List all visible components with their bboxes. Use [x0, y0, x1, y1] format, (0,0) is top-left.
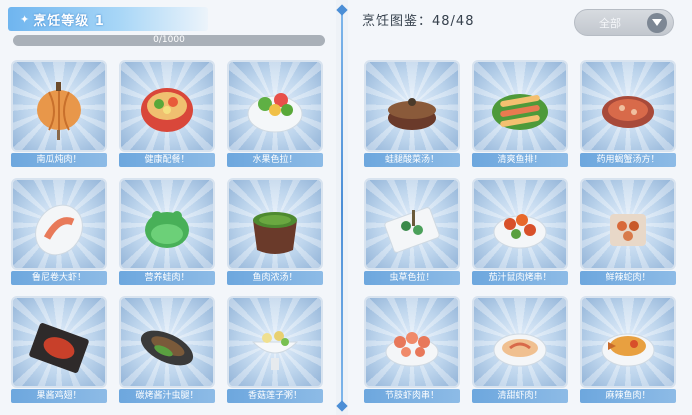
- dish-card[interactable]: 清甜虾肉！: [472, 296, 568, 406]
- left-dish-grid: 南瓜炖肉！ 健康配餐！ 水果色拉！ 鲁尼卷大虾！ 营养蛙肉！ 鱼肉浓汤！ 果酱鸡翅！ 碳烤酱汁…: [11, 60, 323, 410]
- shrimp-roll-icon: [35, 204, 83, 256]
- dish-card[interactable]: 鲁尼卷大虾！: [11, 178, 107, 288]
- dish-name: 清爽鱼排！: [472, 153, 568, 167]
- collection-count-title: 烹饪图鉴：48/48: [362, 14, 475, 29]
- chevron-down-icon: [647, 13, 667, 33]
- fruit-salad-icon: [247, 93, 303, 133]
- dish-image-frame: [11, 60, 107, 152]
- healthy-meal-icon: [141, 88, 193, 132]
- jam-wings-icon: [29, 323, 89, 373]
- dish-name: 清甜虾肉！: [472, 389, 568, 403]
- dish-card[interactable]: 水果色拉！: [227, 60, 323, 170]
- dish-image-frame: [119, 60, 215, 152]
- fish-fillet-icon: [492, 94, 548, 130]
- cooking-level-banner: ✦ 烹饪等级 1: [8, 7, 208, 31]
- dish-card[interactable]: 药用蝎蟹汤方！: [580, 60, 676, 170]
- medicinal-soup-icon: [602, 96, 654, 128]
- cooking-level-label: 烹饪等级 1: [33, 13, 105, 29]
- pumpkin-stew-icon: [37, 82, 81, 140]
- dish-name: 南瓜炖肉！: [11, 153, 107, 167]
- dish-card[interactable]: 虫草色拉！: [364, 178, 460, 288]
- dish-name: 香菇莲子粥！: [227, 389, 323, 403]
- dish-image-frame: [227, 60, 323, 152]
- dish-image-frame: [364, 60, 460, 152]
- frog-leg-soup-icon: [388, 98, 436, 130]
- dish-card[interactable]: 鱼肉浓汤！: [227, 178, 323, 288]
- filter-dropdown-label: 全部: [599, 16, 621, 30]
- mushroom-porridge-icon: [251, 331, 299, 370]
- dish-name: 虫草色拉！: [364, 271, 460, 285]
- dish-card[interactable]: 蛙腿酸菜汤！: [364, 60, 460, 170]
- dish-card[interactable]: 营养蛙肉！: [119, 178, 215, 288]
- dish-card[interactable]: 健康配餐！: [119, 60, 215, 170]
- dish-image-frame: [472, 178, 568, 270]
- dish-card[interactable]: 清爽鱼排！: [472, 60, 568, 170]
- dish-card[interactable]: 麻辣鱼肉！: [580, 296, 676, 406]
- dish-image-frame: [580, 178, 676, 270]
- dish-name: 鲜辣蛇肉！: [580, 271, 676, 285]
- spicy-snake-icon: [610, 214, 646, 246]
- spicy-fish-icon: [601, 333, 655, 367]
- dish-image-frame: [119, 178, 215, 270]
- dish-name: 蛙腿酸菜汤！: [364, 153, 460, 167]
- tomato-skewer-icon: [493, 214, 547, 249]
- dish-name: 果酱鸡翅！: [11, 389, 107, 403]
- experience-text: 0/1000: [153, 35, 185, 45]
- grilled-bug-leg-icon: [140, 330, 194, 366]
- filter-dropdown[interactable]: 全部: [574, 9, 674, 36]
- divider-top-ornament: [336, 4, 348, 16]
- dish-image-frame: [11, 296, 107, 388]
- shrimp-skewer-icon: [385, 332, 439, 367]
- frog-meat-icon: [145, 211, 189, 248]
- dish-name: 药用蝎蟹汤方！: [580, 153, 676, 167]
- cordyceps-salad-icon: [384, 207, 440, 253]
- dish-image-frame: [364, 178, 460, 270]
- dish-card[interactable]: 鲜辣蛇肉！: [580, 178, 676, 288]
- dish-card[interactable]: 碳烤酱汁虫腿！: [119, 296, 215, 406]
- dish-name: 麻辣鱼肉！: [580, 389, 676, 403]
- dish-name: 碳烤酱汁虫腿！: [119, 389, 215, 403]
- dish-name: 营养蛙肉！: [119, 271, 215, 285]
- dish-name: 健康配餐！: [119, 153, 215, 167]
- dish-image-frame: [227, 178, 323, 270]
- dish-card[interactable]: 南瓜炖肉！: [11, 60, 107, 170]
- dish-name: 节肢虾肉串！: [364, 389, 460, 403]
- divider-line: [341, 14, 343, 402]
- dish-card[interactable]: 果酱鸡翅！: [11, 296, 107, 406]
- dish-image-frame: [472, 296, 568, 388]
- dish-card[interactable]: 香菇莲子粥！: [227, 296, 323, 406]
- dish-image-frame: [119, 296, 215, 388]
- dish-image-frame: [472, 60, 568, 152]
- dish-image-frame: [580, 296, 676, 388]
- dish-name: 鲁尼卷大虾！: [11, 271, 107, 285]
- divider-bottom-ornament: [336, 400, 348, 412]
- right-dish-grid: 蛙腿酸菜汤！ 清爽鱼排！ 药用蝎蟹汤方！ 虫草色拉！ 茄汁鼠肉烤串！ 鲜辣蛇肉！ 节肢虾肉串…: [364, 60, 676, 410]
- dish-name: 茄汁鼠肉烤串！: [472, 271, 568, 285]
- fish-soup-icon: [253, 212, 297, 254]
- dish-name: 鱼肉浓汤！: [227, 271, 323, 285]
- dish-card[interactable]: 茄汁鼠肉烤串！: [472, 178, 568, 288]
- sweet-shrimp-icon: [493, 333, 547, 367]
- dish-card[interactable]: 节肢虾肉串！: [364, 296, 460, 406]
- dish-name: 水果色拉！: [227, 153, 323, 167]
- dish-image-frame: [11, 178, 107, 270]
- dish-image-frame: [580, 60, 676, 152]
- sparkle-icon: ✦: [20, 12, 30, 26]
- dish-image-frame: [364, 296, 460, 388]
- panel-divider: [336, 4, 348, 412]
- dish-image-frame: [227, 296, 323, 388]
